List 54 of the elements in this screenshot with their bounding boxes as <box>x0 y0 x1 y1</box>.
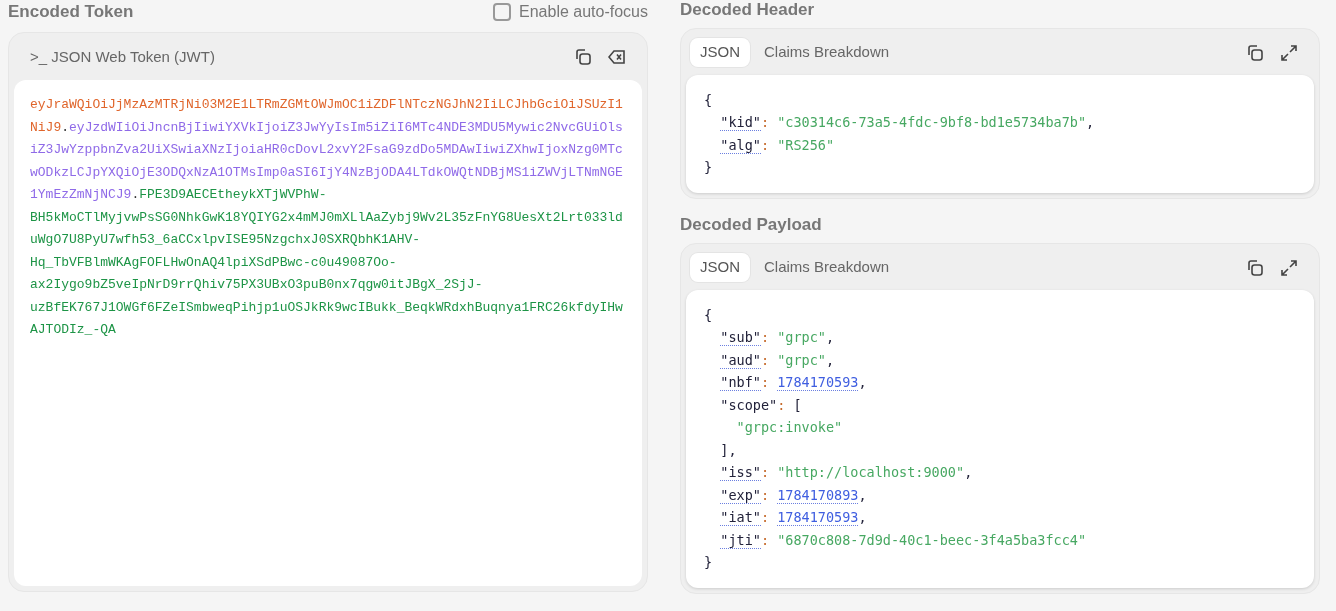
json-brace: { <box>704 306 713 323</box>
json-brace: } <box>704 159 713 176</box>
json-colon: : <box>760 351 770 368</box>
json-colon: : <box>760 114 770 131</box>
json-string: "6870c808-7d9d-40c1-beec-3f4a5ba3fcc4" <box>777 531 1087 548</box>
json-number: 1784170593 <box>777 509 859 527</box>
json-string: "http://localhost:9000" <box>777 464 965 481</box>
json-key[interactable]: "iat" <box>720 509 761 527</box>
json-colon: : <box>777 396 786 413</box>
json-key[interactable]: "kid" <box>720 114 761 132</box>
json-colon: : <box>760 136 770 153</box>
json-key[interactable]: "alg" <box>720 136 761 154</box>
json-key[interactable]: "sub" <box>720 329 761 347</box>
token-text: eyJraWQiOiJjMzAzMTRjNi03M2E1LTRmZGMtOWJmOC1iZDFlNTczNGJhN2IiLCJhbGciOiJSUzI1NiJ9.eyJzdWIiOiJncnBjIiwiYXVkIjoiZ3JwYyIsIm5iZiI6MTc4NDE3MDU5Mywic2NvcGUiOlsiZ3JwYzppbnZva2UiXSwiaXNzIjoiaHR0cDovL2xvY2FsaG9zdDo5MDAwIiwiZXhwIjoxNzg0MTcwODkzLCJpYXQiOjE3ODQxNzA1OTMsImp0aSI6IjY4NzBjODA4LTdkOWQtNDBjMS1iZWVjLTNmNGE1YmEzZmNjNCJ9.FPE3D9AECEtheykXTjWVPhW-BH5kMoCTlMyjvwPsSG0NhkGwK18YQIYG2x4mMJ0mXLlAaZybj9Wv2L35zFnYG8UesXt2Lrt033lduWgO7U8PyU7wfh53_6aCCxlpvISE95NzgchxJ0SXRQbhK1AHV-Hq_TbVFBlmWKAgFOFLHwOnAQ4lpiXSdPBwc-c0u49087Oo-ax2Iygo9bZ5veIpNrD9rrQhiv75PX3UBxO3puB0nx7qgw0itJBgX_2SjJ-uzBfEK767J1OWGf6FZeISmbweqPihjp1uOSJkRk9wcIBukk_BeqkWRdxhBuqnya1FRC26kfdyIHwAJTODIz_-QA <box>30 96 624 339</box>
json-number: 1784170593 <box>777 374 859 392</box>
json-key: "scope" <box>720 396 778 413</box>
view-tab[interactable]: Claims Breakdown <box>754 253 900 282</box>
json-string: "grpc:invoke" <box>736 419 843 436</box>
json-string: "grpc" <box>777 329 826 346</box>
json-key[interactable]: "nbf" <box>720 374 761 392</box>
section-heading: Encoded Token <box>8 1 134 23</box>
json-brace: { <box>704 91 713 108</box>
view-tab[interactable]: Claims Breakdown <box>754 38 900 67</box>
checkbox[interactable] <box>493 3 511 21</box>
json-string: "c30314c6-73a5-4fdc-9bf8-bd1e5734ba7b" <box>777 114 1087 131</box>
json-comma: , <box>858 509 867 526</box>
json-comma: , <box>964 464 973 481</box>
json-key[interactable]: "iss" <box>720 464 761 482</box>
json-bracket: [ <box>793 396 802 413</box>
json-colon: : <box>760 531 770 548</box>
json-comma: , <box>825 329 835 346</box>
json-comma: , <box>858 374 867 391</box>
json-colon: : <box>760 486 770 503</box>
json-key[interactable]: "aud" <box>720 351 761 369</box>
panel-title: >_ JSON Web Token (JWT) <box>30 46 216 67</box>
json-comma: , <box>825 351 835 368</box>
json-colon: : <box>760 464 770 481</box>
json-colon: : <box>760 329 770 346</box>
json-colon: : <box>760 509 770 526</box>
checkbox-label: Enable auto-focus <box>519 2 648 22</box>
json-key[interactable]: "exp" <box>720 486 761 504</box>
section-heading: Decoded Payload <box>680 214 823 236</box>
view-tab[interactable]: JSON <box>690 38 750 67</box>
json-string: "grpc" <box>777 351 826 368</box>
json-string: "RS256" <box>777 136 835 153</box>
section-heading: Decoded Header <box>680 0 816 21</box>
json-colon: : <box>760 374 770 391</box>
json-comma: , <box>1086 114 1095 131</box>
view-tab[interactable]: JSON <box>690 253 750 282</box>
json-number: 1784170893 <box>777 486 859 504</box>
json-brace: } <box>704 554 713 571</box>
json-bracket: ], <box>720 441 737 458</box>
json-key[interactable]: "jti" <box>720 531 761 549</box>
json-comma: , <box>858 486 867 503</box>
